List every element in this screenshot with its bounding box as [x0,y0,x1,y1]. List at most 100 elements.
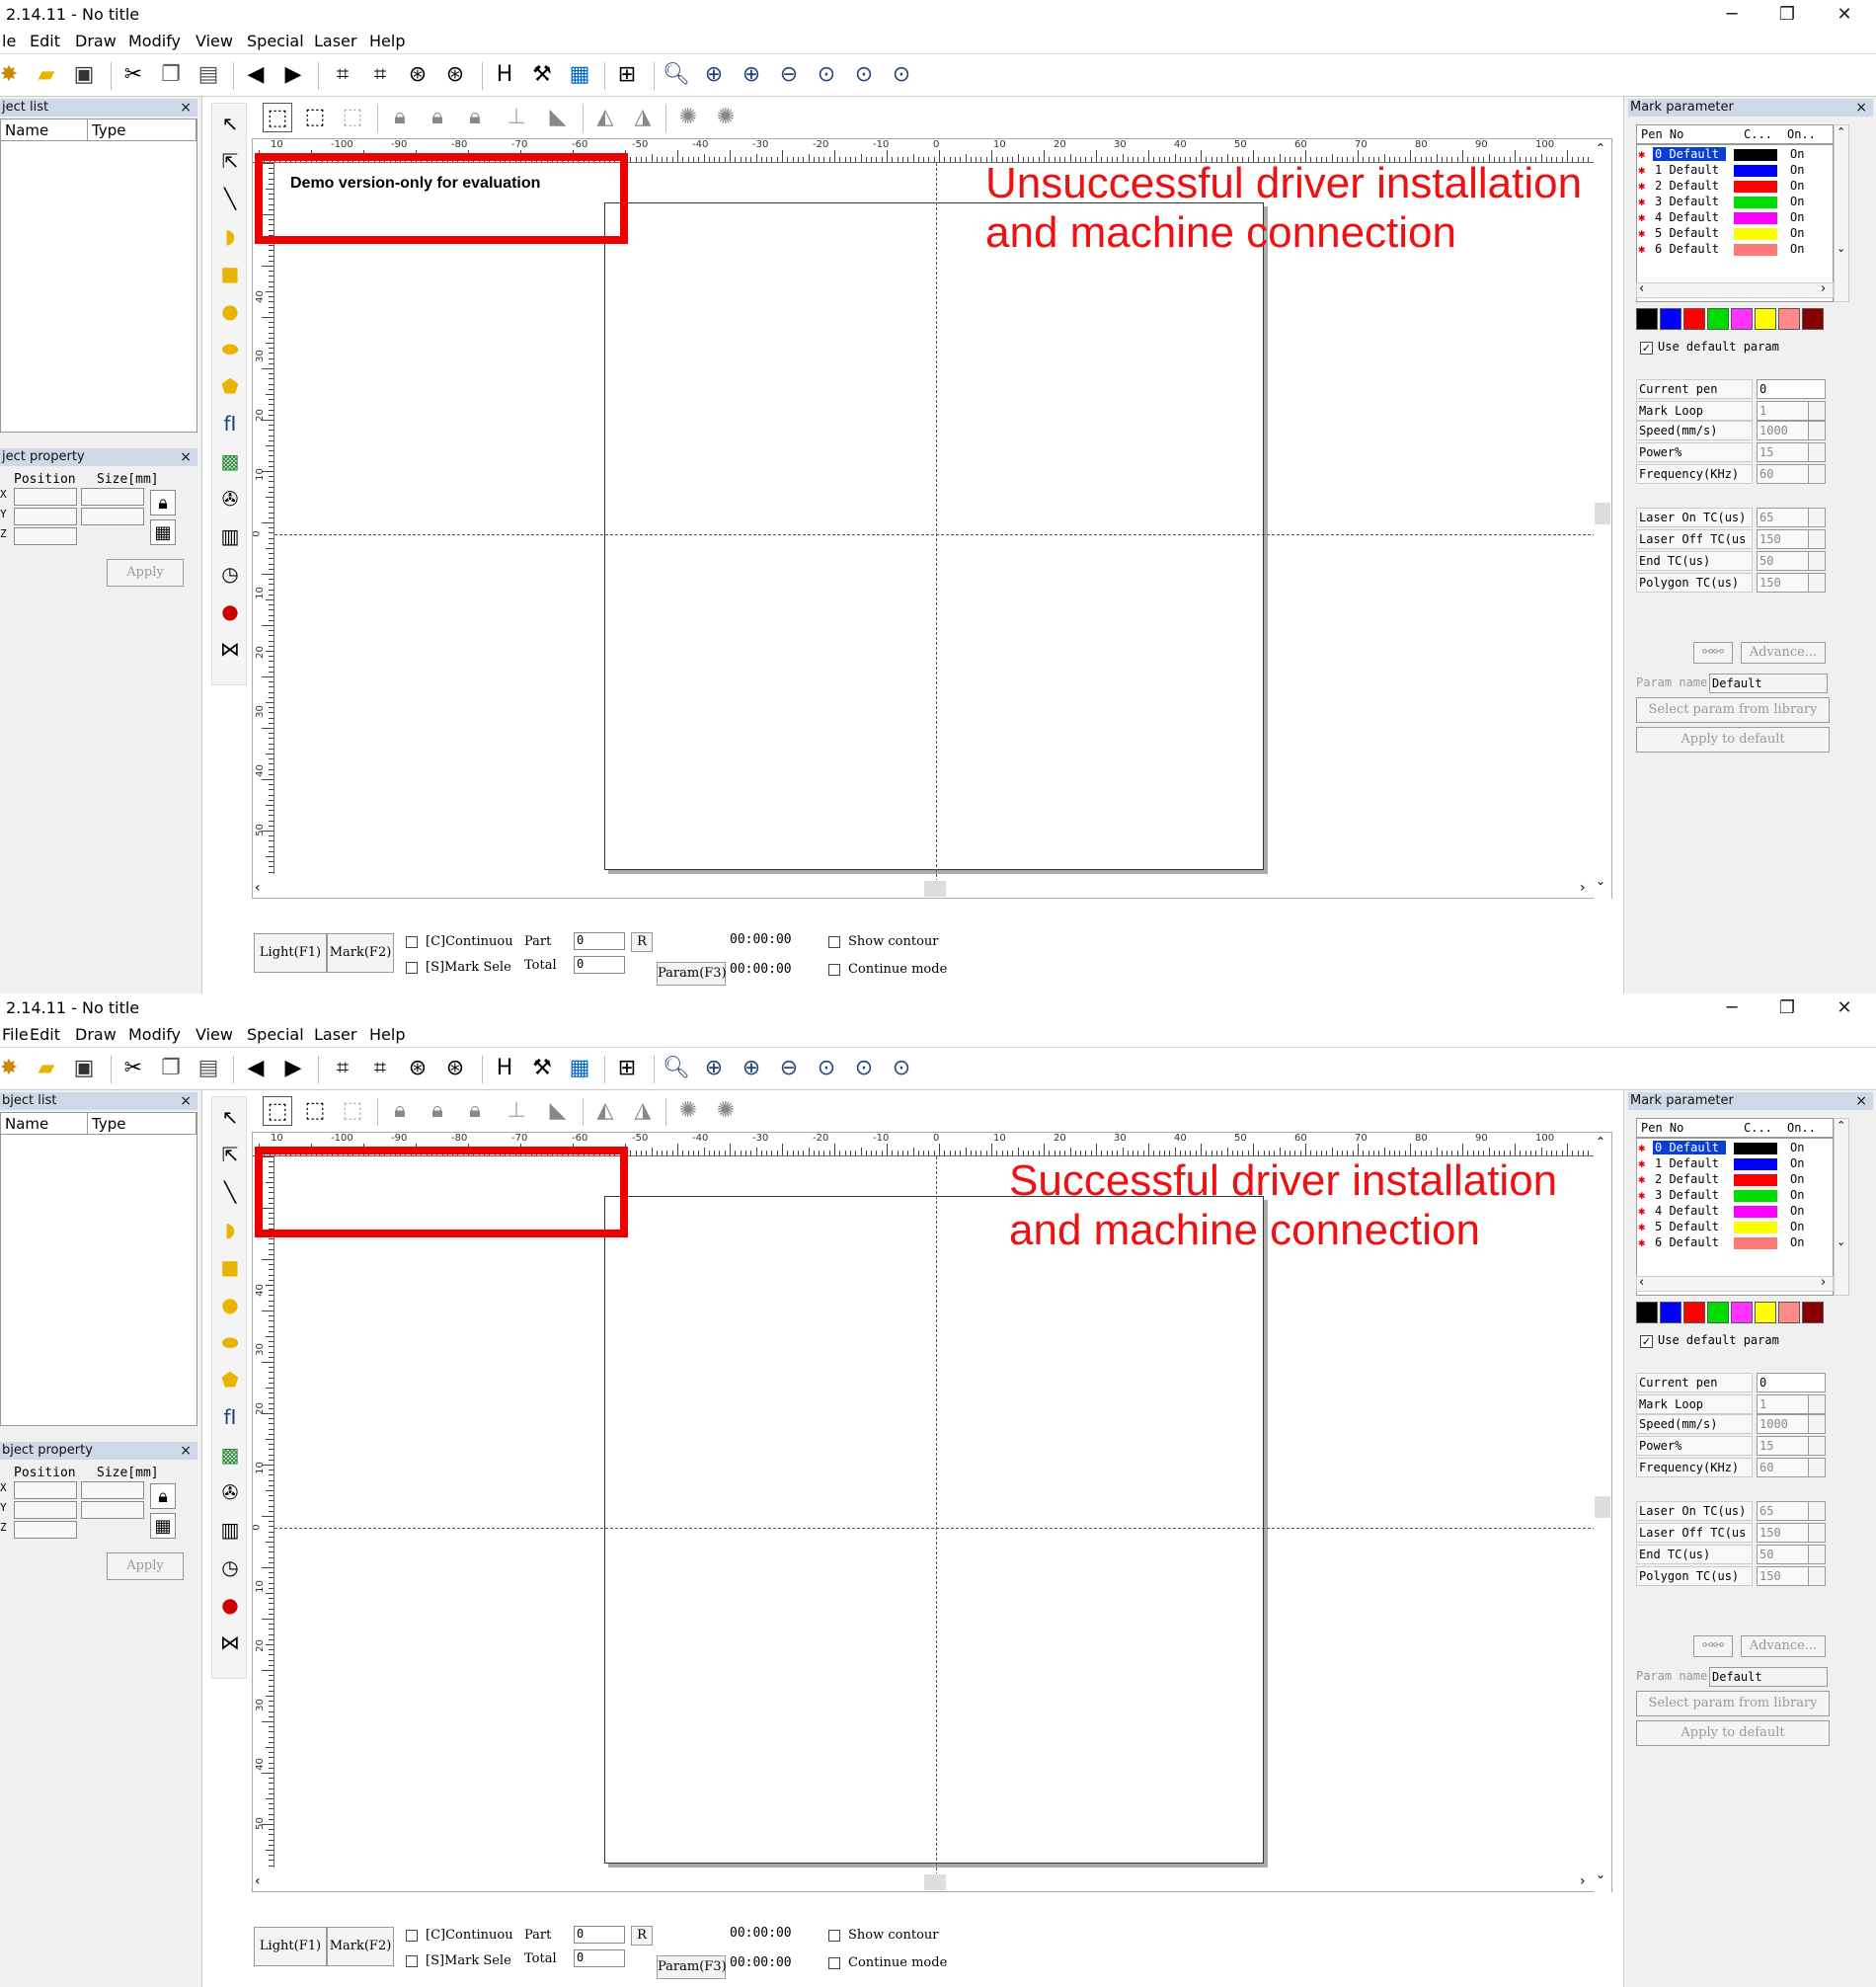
on-header[interactable]: On.. [1787,1121,1816,1135]
new-icon[interactable]: ✸ [0,1054,24,1083]
pen-color-swatch[interactable] [1734,1237,1777,1249]
pen-color-swatch[interactable] [1734,228,1777,240]
spin-button[interactable] [1808,508,1826,527]
pen-color-swatch[interactable] [1734,212,1777,224]
close-icon[interactable]: × [180,1442,192,1460]
scroll-right-icon[interactable]: › [1580,880,1586,896]
spin-button[interactable] [1808,421,1826,440]
light-button[interactable]: Light(F1) [254,933,327,973]
group-icon[interactable]: ⬚ [300,1096,330,1126]
mirror-v-icon[interactable]: ◮ [628,1096,658,1126]
position-y-field[interactable] [14,1501,77,1519]
polygon-icon[interactable]: ⬟ [216,1366,244,1393]
line-icon[interactable]: ╲ [216,185,244,212]
node-join-icon[interactable]: ⊛ [440,1054,470,1083]
scroll-left-icon[interactable]: ‹ [1639,281,1644,296]
open-folder-icon[interactable]: ▰ [32,1054,61,1083]
node-select-icon[interactable]: ⌗ [365,1054,395,1083]
node-select-icon[interactable]: ⌗ [365,60,395,90]
hatch-icon[interactable]: H [490,1054,519,1083]
zoom-icon[interactable]: 🔍︎ [662,60,691,90]
column-type[interactable]: Type [88,119,196,141]
spin-button[interactable] [1808,1545,1826,1564]
zoom-out-icon[interactable]: ⊖ [774,60,804,90]
text-icon[interactable]: fI [216,410,244,437]
reset-button[interactable]: R [631,1926,653,1946]
mark-button[interactable]: Mark(F2) [327,933,394,973]
close-icon[interactable]: × [1855,99,1867,117]
spin-button[interactable] [1808,401,1826,421]
arrange-icon[interactable]: ◣ [543,1096,573,1126]
size-y-field[interactable] [81,1501,144,1519]
rectangle-icon[interactable]: ■ [216,260,244,287]
spin-button[interactable] [1808,1458,1826,1477]
palette-color[interactable] [1636,308,1658,330]
settings-icon[interactable]: ▦ [565,60,594,90]
light-button[interactable]: Light(F1) [254,1927,327,1966]
pen-row[interactable]: ✱ 5 Default On [1637,226,1835,242]
align-icon[interactable]: ⊥ [502,103,531,132]
node-edit-icon[interactable]: ⌗ [328,1054,357,1083]
menu-edit[interactable]: Edit [30,32,60,50]
continue-mode-checkbox[interactable] [828,964,840,976]
cut-icon[interactable]: ✂ [118,1054,148,1083]
param-value-field[interactable]: 60 [1757,1458,1810,1477]
settings-icon[interactable]: ▦ [565,1054,594,1083]
param-value-field[interactable]: 0 [1757,1373,1826,1392]
param-value-field[interactable]: 65 [1757,1501,1810,1521]
spin-button[interactable] [1808,529,1826,549]
menu-view[interactable]: View [195,32,233,50]
on-header[interactable]: On.. [1787,127,1816,141]
vertical-scroll-thumb[interactable] [1595,1496,1610,1518]
grid-icon[interactable]: ⊞ [612,60,642,90]
text-icon[interactable]: fI [216,1403,244,1431]
paste-icon[interactable]: ▤ [194,60,223,90]
menu-laser[interactable]: Laser [314,1025,356,1044]
select-arrow-icon[interactable]: ↖ [216,110,244,137]
menu-draw[interactable]: Draw [75,32,117,50]
pen-list-scrollbar[interactable]: ⌃ ⌄ [1834,124,1849,302]
size-x-field[interactable] [81,1481,144,1499]
show-contour-checkbox[interactable] [828,936,840,948]
total-field[interactable]: 0 [574,956,625,974]
vector-file-icon[interactable]: ✇ [216,485,244,513]
menu-help[interactable]: Help [369,1025,405,1044]
spin-button[interactable] [1808,1523,1826,1543]
group-icon[interactable]: ⬚ [300,103,330,132]
node-arrow-icon[interactable]: ⇱ [216,147,244,175]
param-value-field[interactable]: 0 [1757,379,1826,399]
line-icon[interactable]: ╲ [216,1178,244,1206]
vector-file-icon[interactable]: ✇ [216,1478,244,1506]
pen-color-swatch[interactable] [1734,1222,1777,1233]
pen-row[interactable]: ✱ 4 Default On [1637,210,1835,226]
advance-button[interactable]: Advance... [1741,642,1826,664]
scroll-left-icon[interactable]: ‹ [1639,1275,1644,1290]
preview-all-icon[interactable]: ✺ [711,103,741,132]
position-y-field[interactable] [14,508,77,525]
circle-icon[interactable]: ● [216,1291,244,1318]
lock-icon[interactable]: 🔒︎ [385,103,415,132]
param-value-field[interactable]: 50 [1757,551,1810,571]
zoom-all-icon[interactable]: ⊙ [812,1054,841,1083]
mirror-v-icon[interactable]: ◮ [628,103,658,132]
menu-laser[interactable]: Laser [314,32,356,50]
zoom-in2-icon[interactable]: ⊕ [737,60,766,90]
palette-color[interactable] [1802,308,1824,330]
menu-special[interactable]: Special [247,32,304,50]
open-folder-icon[interactable]: ▰ [32,60,61,90]
paste-icon[interactable]: ▤ [194,1054,223,1083]
node-join-icon[interactable]: ⊛ [440,60,470,90]
new-icon[interactable]: ✸ [0,60,24,90]
palette-color[interactable] [1778,308,1800,330]
pen-color-swatch[interactable] [1734,1190,1777,1202]
ellipse-icon[interactable]: ⬬ [216,1328,244,1356]
param-value-field[interactable]: 15 [1757,1436,1810,1456]
pen-row[interactable]: ✱ 6 Default On [1637,1235,1835,1251]
lock-icon[interactable]: 🔒︎ [150,1483,176,1509]
palette-color[interactable] [1660,308,1681,330]
drawing-canvas[interactable]: 10 -100 -90 -80 -70 -60 -50 -40 -30 -20 -10 0 10 20 30… [252,1132,1612,1893]
pen-row[interactable]: ✱ 2 Default On [1637,1172,1835,1188]
pen-color-swatch[interactable] [1734,1143,1777,1154]
param-value-field[interactable]: 15 [1757,442,1810,462]
redo-icon[interactable]: ▶ [278,60,308,90]
